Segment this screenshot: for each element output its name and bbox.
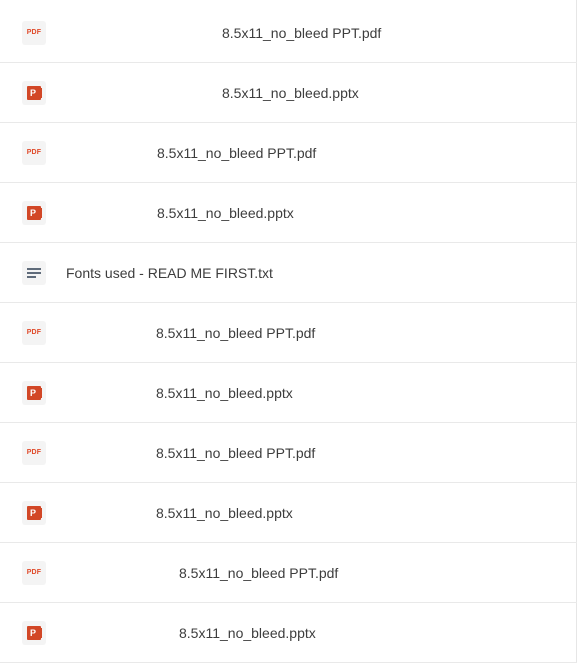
file-name: 8.5x11_no_bleed.pptx	[156, 385, 293, 401]
file-name: 8.5x11_no_bleed PPT.pdf	[222, 25, 382, 41]
file-row[interactable]: PDF 8.5x11_no_bleed PPT.pdf	[0, 423, 577, 483]
file-name: 8.5x11_no_bleed PPT.pdf	[156, 325, 316, 341]
file-row[interactable]: P 8.5x11_no_bleed.pptx	[0, 483, 577, 543]
file-name: 8.5x11_no_bleed.pptx	[179, 625, 316, 641]
file-name: 8.5x11_no_bleed.pptx	[157, 205, 294, 221]
file-row[interactable]: P 8.5x11_no_bleed.pptx	[0, 63, 577, 123]
pdf-icon: PDF	[22, 441, 46, 465]
file-name: Fonts used - READ ME FIRST.txt	[66, 265, 273, 281]
powerpoint-icon: P	[22, 201, 46, 225]
file-name: 8.5x11_no_bleed.pptx	[222, 85, 359, 101]
file-list: PDF 8.5x11_no_bleed PPT.pdf P 8.5x11_no_…	[0, 0, 577, 663]
pdf-icon: PDF	[22, 141, 46, 165]
file-row[interactable]: Fonts used - READ ME FIRST.txt	[0, 243, 577, 303]
file-name: 8.5x11_no_bleed.pptx	[156, 505, 293, 521]
powerpoint-icon: P	[22, 81, 46, 105]
pdf-icon: PDF	[22, 21, 46, 45]
powerpoint-icon: P	[22, 381, 46, 405]
file-row[interactable]: PDF 8.5x11_no_bleed PPT.pdf	[0, 543, 577, 603]
file-name: 8.5x11_no_bleed PPT.pdf	[179, 565, 339, 581]
file-name: 8.5x11_no_bleed PPT.pdf	[157, 145, 317, 161]
file-row[interactable]: P 8.5x11_no_bleed.pptx	[0, 183, 577, 243]
file-row[interactable]: PDF 8.5x11_no_bleed PPT.pdf	[0, 3, 577, 63]
file-name: 8.5x11_no_bleed PPT.pdf	[156, 445, 316, 461]
powerpoint-icon: P	[22, 621, 46, 645]
powerpoint-icon: P	[22, 501, 46, 525]
file-row[interactable]: P 8.5x11_no_bleed.pptx	[0, 363, 577, 423]
text-file-icon	[22, 261, 46, 285]
file-row[interactable]: PDF 8.5x11_no_bleed PPT.pdf	[0, 123, 577, 183]
pdf-icon: PDF	[22, 321, 46, 345]
pdf-icon: PDF	[22, 561, 46, 585]
file-row[interactable]: P 8.5x11_no_bleed.pptx	[0, 603, 577, 663]
file-row[interactable]: PDF 8.5x11_no_bleed PPT.pdf	[0, 303, 577, 363]
